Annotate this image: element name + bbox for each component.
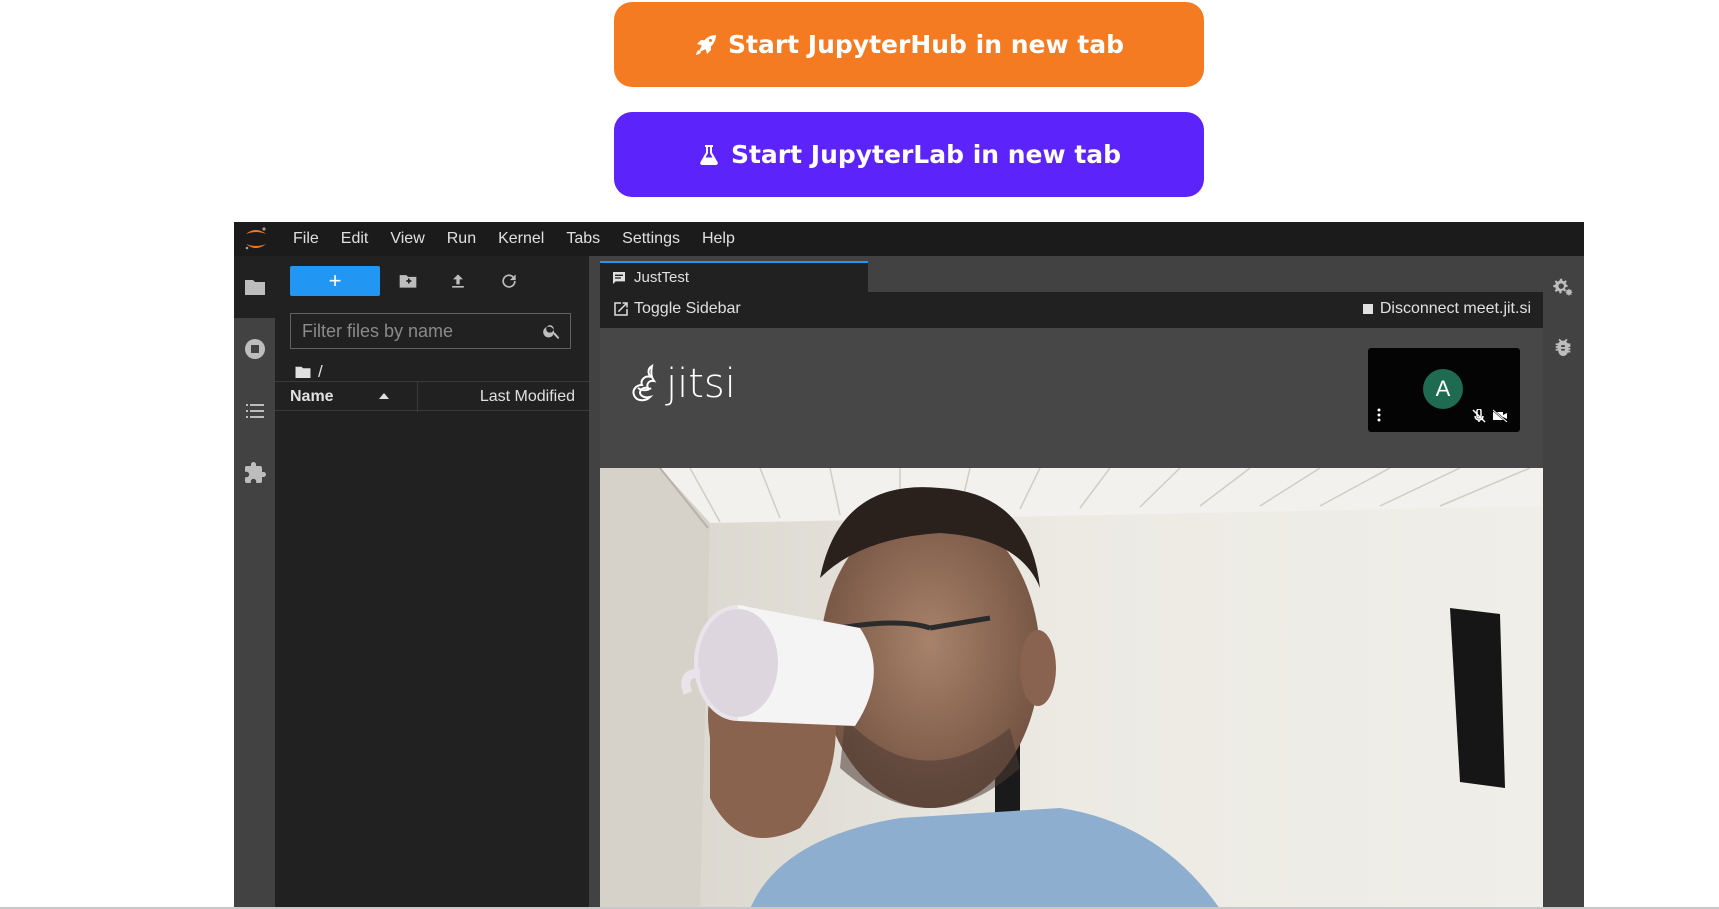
start-jupyterlab-label: Start JupyterLab in new tab — [730, 140, 1122, 169]
stop-icon — [1362, 304, 1373, 314]
left-activity-bar — [234, 256, 275, 909]
running-kernels-tab[interactable] — [234, 318, 275, 380]
menu-tabs[interactable]: Tabs — [555, 222, 611, 256]
main-dock-area: JustTest Toggle Sidebar Disconnect meet.… — [598, 256, 1543, 909]
avatar: A — [1423, 369, 1463, 409]
table-of-contents-tab[interactable] — [234, 380, 275, 442]
refresh-icon — [502, 274, 516, 288]
filter-files-box — [290, 313, 571, 349]
jitsi-logo: jitsi — [624, 362, 736, 406]
menu-bar: File Edit View Run Kernel Tabs Settings … — [234, 222, 1584, 256]
file-browser-panel: + / Name Last Modified — [275, 256, 589, 909]
stop-circle-icon — [244, 339, 265, 359]
disconnect-button[interactable]: Disconnect meet.jit.si — [1362, 300, 1531, 318]
column-last-modified-header[interactable]: Last Modified — [480, 388, 575, 406]
filter-files-input[interactable] — [291, 319, 542, 343]
menu-view[interactable]: View — [379, 222, 435, 256]
folder-home-icon[interactable] — [294, 363, 312, 381]
breadcrumb: / — [294, 362, 323, 382]
participant-video — [600, 468, 1543, 909]
list-icon — [245, 404, 264, 418]
start-jupyterhub-button[interactable]: Start JupyterHub in new tab — [614, 2, 1204, 87]
jupyter-logo-icon — [245, 227, 266, 250]
menu-file[interactable]: File — [282, 222, 330, 256]
document-tab-bar: JustTest — [598, 256, 1543, 292]
start-jupyterlab-button[interactable]: Start JupyterLab in new tab — [614, 112, 1204, 197]
right-activity-bar — [1543, 256, 1584, 909]
new-folder-button[interactable] — [395, 268, 421, 294]
rocket-icon — [696, 34, 716, 55]
upload-icon — [452, 274, 464, 288]
chat-icon — [613, 271, 625, 284]
sort-ascending-icon[interactable] — [378, 390, 390, 402]
open-external-icon — [614, 302, 628, 316]
menu-help[interactable]: Help — [691, 222, 746, 256]
sidebar-splitter[interactable] — [589, 256, 598, 909]
disconnect-label: Disconnect meet.jit.si — [1379, 300, 1531, 317]
toggle-sidebar-label: Toggle Sidebar — [634, 300, 741, 317]
column-divider[interactable] — [417, 382, 418, 412]
new-folder-icon — [399, 275, 417, 288]
menu-kernel[interactable]: Kernel — [487, 222, 555, 256]
tab-justtest[interactable]: JustTest — [600, 261, 868, 292]
folder-icon — [244, 280, 265, 295]
camera-feed-image — [600, 468, 1543, 909]
upload-button[interactable] — [445, 268, 471, 294]
search-icon — [543, 325, 560, 339]
jitsi-mark-icon — [632, 363, 657, 402]
file-listing-header: Name Last Modified — [275, 381, 589, 412]
more-options-icon[interactable] — [1377, 408, 1381, 422]
menu-settings[interactable]: Settings — [611, 222, 691, 256]
new-launcher-button[interactable]: + — [290, 266, 380, 296]
file-browser-tab[interactable] — [234, 256, 275, 318]
debugger-bug-icon[interactable] — [1552, 336, 1574, 358]
jitsi-wordmark: jitsi — [666, 361, 736, 407]
flask-icon — [700, 144, 718, 165]
jitsi-toolbar: Toggle Sidebar Disconnect meet.jit.si — [600, 292, 1543, 328]
camera-off-icon — [1492, 409, 1508, 423]
breadcrumb-path[interactable]: / — [318, 362, 323, 382]
puzzle-icon — [244, 462, 266, 483]
jitsi-meeting-header: jitsi A — [600, 328, 1543, 468]
column-name-header[interactable]: Name — [290, 388, 334, 406]
tab-label: JustTest — [634, 269, 690, 286]
start-jupyterhub-label: Start JupyterHub in new tab — [728, 30, 1124, 59]
refresh-button[interactable] — [496, 268, 522, 294]
property-inspector-icon[interactable] — [1552, 276, 1574, 298]
new-launcher-label: + — [328, 268, 342, 293]
participant-thumbnail[interactable]: A — [1368, 348, 1520, 432]
menu-edit[interactable]: Edit — [330, 222, 380, 256]
toggle-sidebar-button[interactable]: Toggle Sidebar — [612, 300, 741, 318]
jupyterlab-window: File Edit View Run Kernel Tabs Settings … — [234, 222, 1584, 909]
mic-off-icon — [1472, 409, 1486, 423]
menu-run[interactable]: Run — [436, 222, 487, 256]
extension-manager-tab[interactable] — [234, 442, 275, 504]
